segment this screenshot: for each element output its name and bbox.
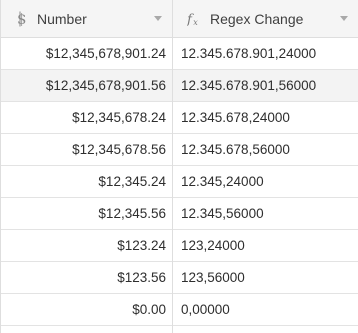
grid-body: $12,345,678,901.24 12.345.678.901,24000 … [0, 38, 358, 326]
regex-change-cell[interactable]: 123,56000 [173, 262, 358, 293]
number-cell[interactable]: $123.56 [0, 262, 172, 293]
number-cell[interactable]: $12,345.24 [0, 166, 172, 197]
table-row[interactable]: $12,345,678.56 12.345.678,56000 [0, 134, 358, 166]
regex-change-cell[interactable]: 12.345.678.901,56000 [173, 70, 358, 101]
column-header-label: Number [37, 11, 87, 27]
table-row[interactable]: $12,345.24 12.345,24000 [0, 166, 358, 198]
chevron-down-icon[interactable] [154, 16, 162, 21]
number-cell[interactable]: $12,345,678,901.24 [0, 38, 172, 69]
chevron-down-icon[interactable] [340, 16, 348, 21]
number-cell[interactable]: $12,345.56 [0, 198, 172, 229]
regex-change-cell[interactable]: 0,00000 [173, 294, 358, 325]
table-row[interactable]: $12,345,678,901.24 12.345.678.901,24000 [0, 38, 358, 70]
number-cell[interactable]: $12,345,678,901.56 [0, 70, 172, 101]
regex-change-cell[interactable]: 12.345.678,24000 [173, 102, 358, 133]
column-divider[interactable] [172, 0, 173, 333]
regex-change-cell[interactable]: 123,24000 [173, 230, 358, 261]
svg-text:x: x [193, 18, 198, 27]
regex-change-cell[interactable]: 12.345,56000 [173, 198, 358, 229]
currency-icon: $ [14, 11, 30, 27]
formula-icon: f x [187, 11, 203, 27]
column-header-regex-change[interactable]: f x Regex Change [173, 0, 358, 38]
table-row[interactable]: $12,345,678.24 12.345.678,24000 [0, 102, 358, 134]
grid-left-border [0, 0, 1, 333]
table-row[interactable]: $123.56 123,56000 [0, 262, 358, 294]
table-row[interactable]: $12,345.56 12.345,56000 [0, 198, 358, 230]
grid-header: $ Number f x Regex Change [0, 0, 358, 38]
svg-text:$: $ [17, 11, 27, 27]
number-cell[interactable]: $123.24 [0, 230, 172, 261]
table-row[interactable]: $123.24 123,24000 [0, 230, 358, 262]
column-header-number[interactable]: $ Number [0, 0, 172, 38]
table-row[interactable]: $12,345,678,901.56 12.345.678.901,56000 [0, 70, 358, 102]
number-cell[interactable]: $12,345,678.56 [0, 134, 172, 165]
table-row[interactable]: $0.00 0,00000 [0, 294, 358, 326]
regex-change-cell[interactable]: 12.345.678,56000 [173, 134, 358, 165]
regex-change-cell[interactable]: 12.345.678.901,24000 [173, 38, 358, 69]
number-cell[interactable]: $0.00 [0, 294, 172, 325]
number-cell[interactable]: $12,345,678.24 [0, 102, 172, 133]
column-header-label: Regex Change [210, 11, 304, 27]
regex-change-cell[interactable]: 12.345,24000 [173, 166, 358, 197]
data-grid: $ Number f x Regex Change $12,345,678,90… [0, 0, 358, 333]
